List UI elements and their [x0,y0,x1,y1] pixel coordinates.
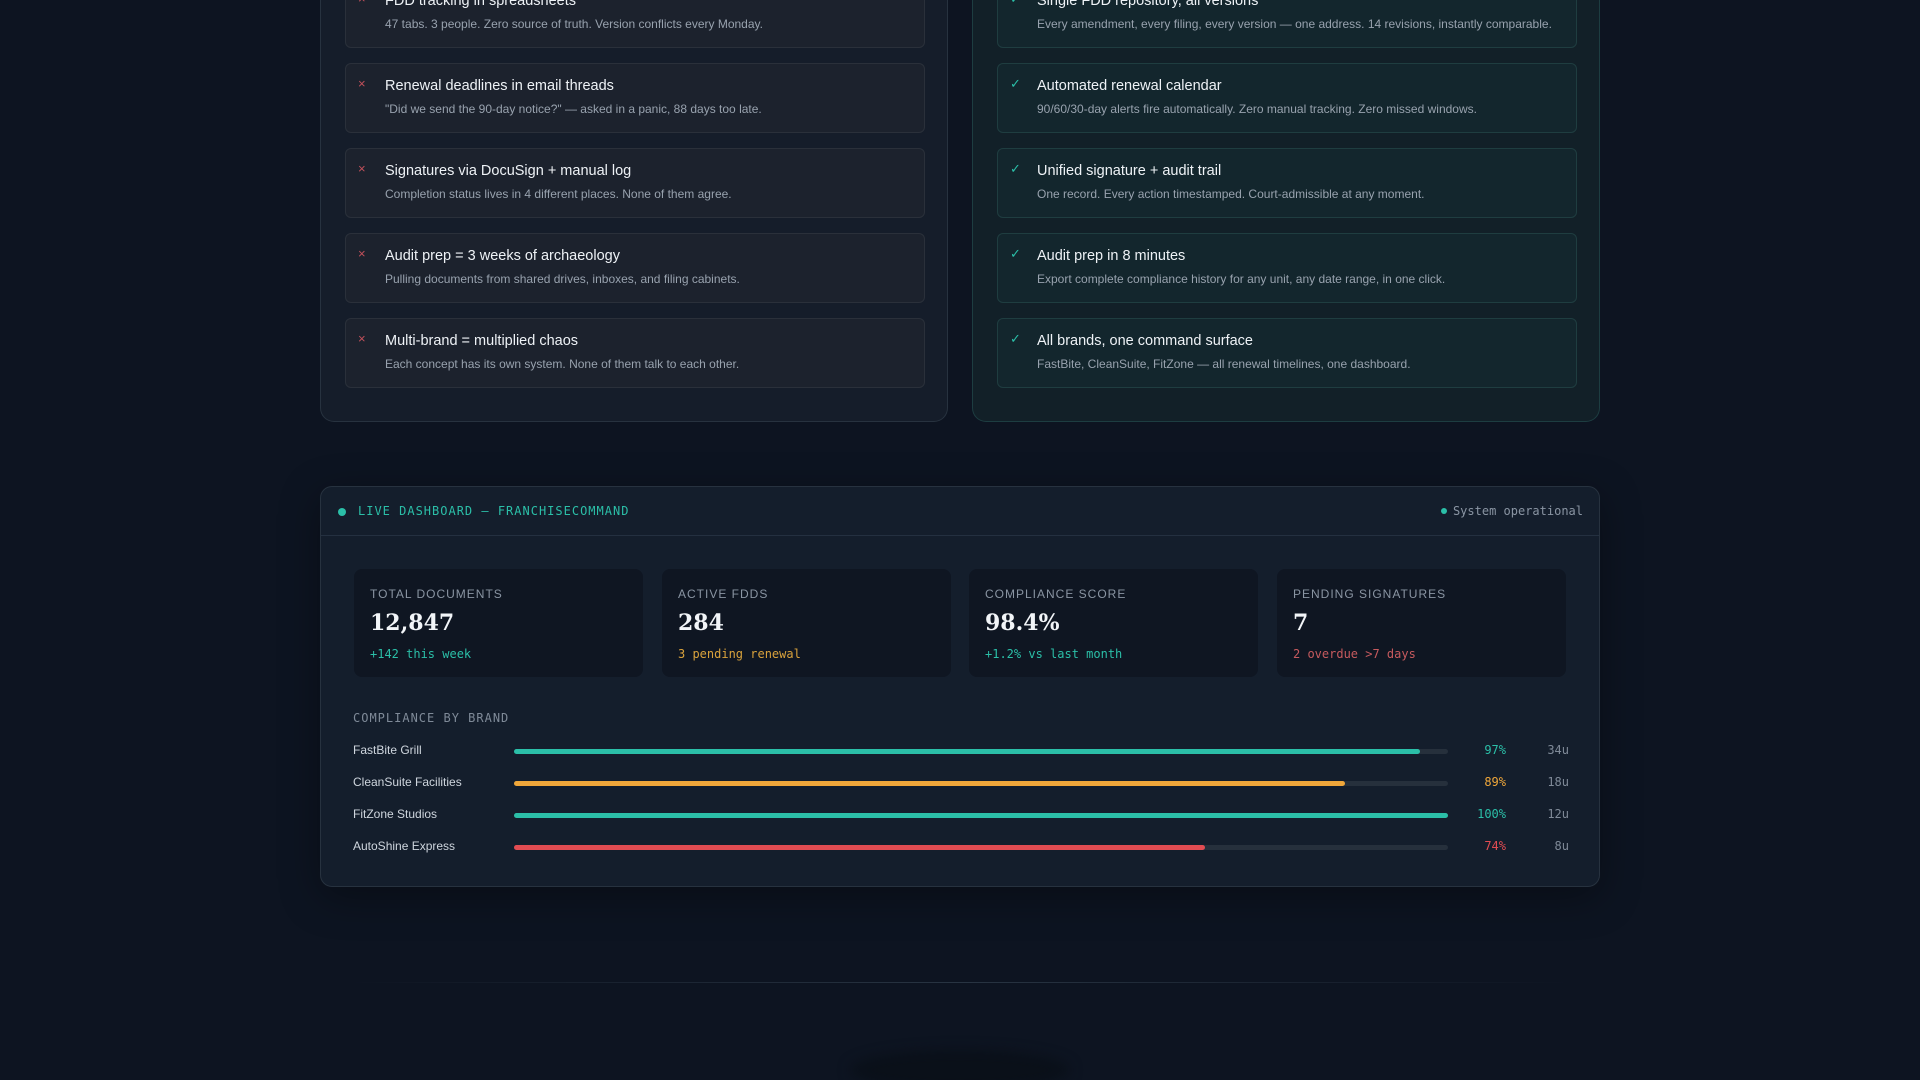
stat-card-active-fdds: ACTIVE FDDS 284 3 pending renewal [662,569,951,677]
pain-point-title: FDD tracking in spreadsheets [385,0,576,9]
brand-name: FastBite Grill [353,743,422,757]
brand-name: AutoShine Express [353,839,456,853]
compliance-percent: 74% [1484,839,1506,853]
stat-value: 284 [678,610,724,636]
stat-delta: 2 overdue >7 days [1293,647,1416,661]
before-panel: × FDD tracking in spreadsheets 47 tabs. … [320,0,948,422]
stat-label: PENDING SIGNATURES [1293,587,1447,601]
benefit-desc: FastBite, CleanSuite, FitZone — all rene… [1037,357,1411,371]
compliance-bar-track [514,845,1448,850]
stat-delta: +1.2% vs last month [985,647,1123,661]
benefit-item: ✓ Automated renewal calendar 90/60/30-da… [997,63,1577,133]
unit-count: 12u [1547,807,1569,821]
check-icon: ✓ [1010,161,1021,176]
x-icon: × [358,161,366,176]
section-label: COMPLIANCE BY BRAND [353,711,510,725]
compliance-bar-fill [514,813,1448,818]
benefit-item: ✓ Unified signature + audit trail One re… [997,148,1577,218]
brand-compliance-row: FitZone Studios 100% 12u [353,806,1569,824]
unit-count: 18u [1547,775,1569,789]
benefit-title: Unified signature + audit trail [1037,163,1222,179]
benefit-desc: Every amendment, every filing, every ver… [1037,17,1552,31]
compliance-percent: 89% [1484,775,1506,789]
stat-value: 7 [1293,610,1309,636]
stat-card-pending-signatures: PENDING SIGNATURES 7 2 overdue >7 days [1277,569,1566,677]
x-icon: × [358,0,366,6]
x-icon: × [358,331,366,346]
check-icon: ✓ [1010,331,1021,346]
pain-point-item: × Signatures via DocuSign + manual log C… [345,148,925,218]
benefit-title: Audit prep in 8 minutes [1037,248,1186,264]
pain-point-title: Audit prep = 3 weeks of archaeology [385,248,620,264]
pain-point-item: × Multi-brand = multiplied chaos Each co… [345,318,925,388]
compliance-percent: 100% [1477,807,1506,821]
brand-compliance-row: FastBite Grill 97% 34u [353,742,1569,760]
pain-point-title: Signatures via DocuSign + manual log [385,163,632,179]
pain-point-title: Renewal deadlines in email threads [385,78,614,94]
brand-name: FitZone Studios [353,807,438,821]
compliance-bar-fill [514,781,1346,786]
pain-point-desc: Pulling documents from shared drives, in… [385,272,740,286]
system-status-text: System operational [1452,504,1583,518]
pain-point-item: × Renewal deadlines in email threads "Di… [345,63,925,133]
benefit-desc: Export complete compliance history for a… [1037,272,1446,286]
pain-point-item: × FDD tracking in spreadsheets 47 tabs. … [345,0,925,48]
section-divider [350,982,1570,983]
benefit-desc: 90/60/30-day alerts fire automatically. … [1037,102,1477,116]
x-icon: × [358,246,366,261]
x-icon: × [358,76,366,91]
dashboard-title: LIVE DASHBOARD — FRANCHISECOMMAND [358,504,630,518]
unit-count: 8u [1554,839,1569,853]
live-dashboard: LIVE DASHBOARD — FRANCHISECOMMAND System… [320,486,1600,887]
compliance-bar-fill [514,749,1420,754]
check-icon: ✓ [1010,246,1021,261]
unit-count: 34u [1547,743,1569,757]
brand-compliance-row: CleanSuite Facilities 89% 18u [353,774,1569,792]
compliance-bar-track [514,813,1448,818]
stat-delta: 3 pending renewal [678,647,801,661]
benefit-item: ✓ All brands, one command surface FastBi… [997,318,1577,388]
stat-label: ACTIVE FDDS [678,587,769,601]
dashboard-header: LIVE DASHBOARD — FRANCHISECOMMAND System… [321,487,1599,536]
stat-value: 12,847 [370,610,455,636]
benefit-title: Automated renewal calendar [1037,78,1222,94]
stat-label: COMPLIANCE SCORE [985,587,1127,601]
system-status: System operational [1440,504,1583,518]
pain-point-desc: "Did we send the 90-day notice?" — asked… [385,102,762,116]
brand-compliance-row: AutoShine Express 74% 8u [353,838,1569,856]
compliance-bar-track [514,781,1448,786]
pain-point-desc: 47 tabs. 3 people. Zero source of truth.… [385,17,763,31]
benefit-desc: One record. Every action timestamped. Co… [1037,187,1425,201]
stat-label: TOTAL DOCUMENTS [370,587,503,601]
after-panel: ✓ Single FDD repository, all versions Ev… [972,0,1600,422]
stat-card-total-documents: TOTAL DOCUMENTS 12,847 +142 this week [354,569,643,677]
bottom-shadow [850,1050,1070,1080]
benefit-title: Single FDD repository, all versions [1037,0,1259,9]
benefit-item: ✓ Single FDD repository, all versions Ev… [997,0,1577,48]
check-icon: ✓ [1010,76,1021,91]
compliance-bar-track [514,749,1448,754]
benefit-title: All brands, one command surface [1037,333,1253,349]
compliance-percent: 97% [1484,743,1506,757]
pain-point-desc: Each concept has its own system. None of… [385,357,740,371]
stat-delta: +142 this week [370,647,472,661]
compliance-bar-fill [514,845,1206,850]
pain-point-item: × Audit prep = 3 weeks of archaeology Pu… [345,233,925,303]
live-indicator-dot [338,508,346,516]
check-icon: ✓ [1010,0,1021,6]
stat-card-compliance-score: COMPLIANCE SCORE 98.4% +1.2% vs last mon… [969,569,1258,677]
brand-name: CleanSuite Facilities [353,775,462,789]
benefit-item: ✓ Audit prep in 8 minutes Export complet… [997,233,1577,303]
pain-point-title: Multi-brand = multiplied chaos [385,333,579,349]
stat-value: 98.4% [985,610,1060,636]
status-dot [1440,507,1447,514]
pain-point-desc: Completion status lives in 4 different p… [385,187,732,201]
